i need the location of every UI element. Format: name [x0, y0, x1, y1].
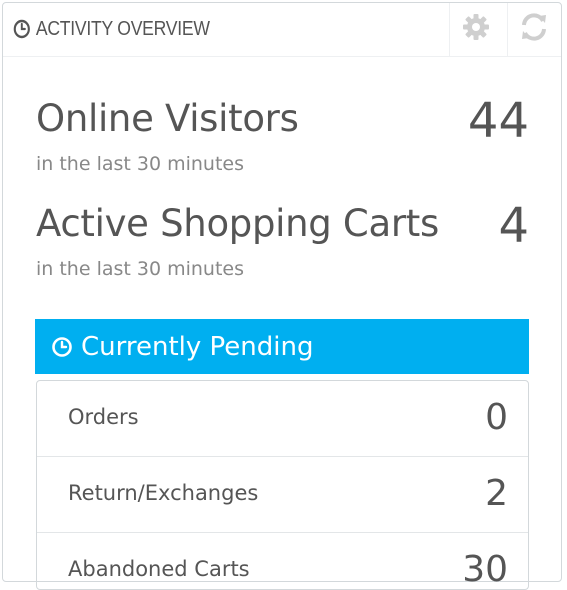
online-visitors-value: 44	[467, 93, 529, 149]
clock-icon	[51, 336, 73, 358]
pending-item-returns[interactable]: Return/Exchanges 2	[37, 457, 528, 533]
list-item-count: 0	[485, 397, 508, 438]
activity-overview-panel: ACTIVITY OVERVIEW Online Visitors 44 in …	[2, 2, 562, 590]
gear-icon	[461, 12, 491, 47]
refresh-button[interactable]	[507, 3, 560, 56]
panel-title-text: ACTIVITY OVERVIEW	[35, 17, 210, 40]
active-carts-label: Active Shopping Carts	[36, 202, 439, 245]
active-carts-value: 4	[498, 198, 529, 254]
list-item-label: Return/Exchanges	[68, 481, 259, 505]
pending-item-orders[interactable]: Orders 0	[37, 381, 528, 457]
currently-pending-header: Currently Pending	[35, 319, 529, 374]
pending-list: Orders 0 Return/Exchanges 2 Abandoned Ca…	[36, 380, 529, 590]
currently-pending-title: Currently Pending	[81, 331, 314, 362]
panel-header: ACTIVITY OVERVIEW	[3, 3, 561, 57]
active-carts-subtitle: in the last 30 minutes	[36, 258, 245, 280]
pending-item-abandoned-carts[interactable]: Abandoned Carts 30	[37, 533, 528, 590]
panel-title: ACTIVITY OVERVIEW	[13, 14, 210, 44]
list-item-label: Abandoned Carts	[68, 557, 250, 581]
refresh-icon	[518, 11, 550, 48]
settings-button[interactable]	[449, 3, 502, 56]
list-item-count: 30	[462, 549, 508, 590]
online-visitors-label: Online Visitors	[36, 97, 299, 140]
list-item-label: Orders	[68, 405, 139, 429]
clock-icon	[13, 19, 31, 39]
list-item-count: 2	[485, 473, 508, 514]
online-visitors-subtitle: in the last 30 minutes	[36, 153, 245, 175]
